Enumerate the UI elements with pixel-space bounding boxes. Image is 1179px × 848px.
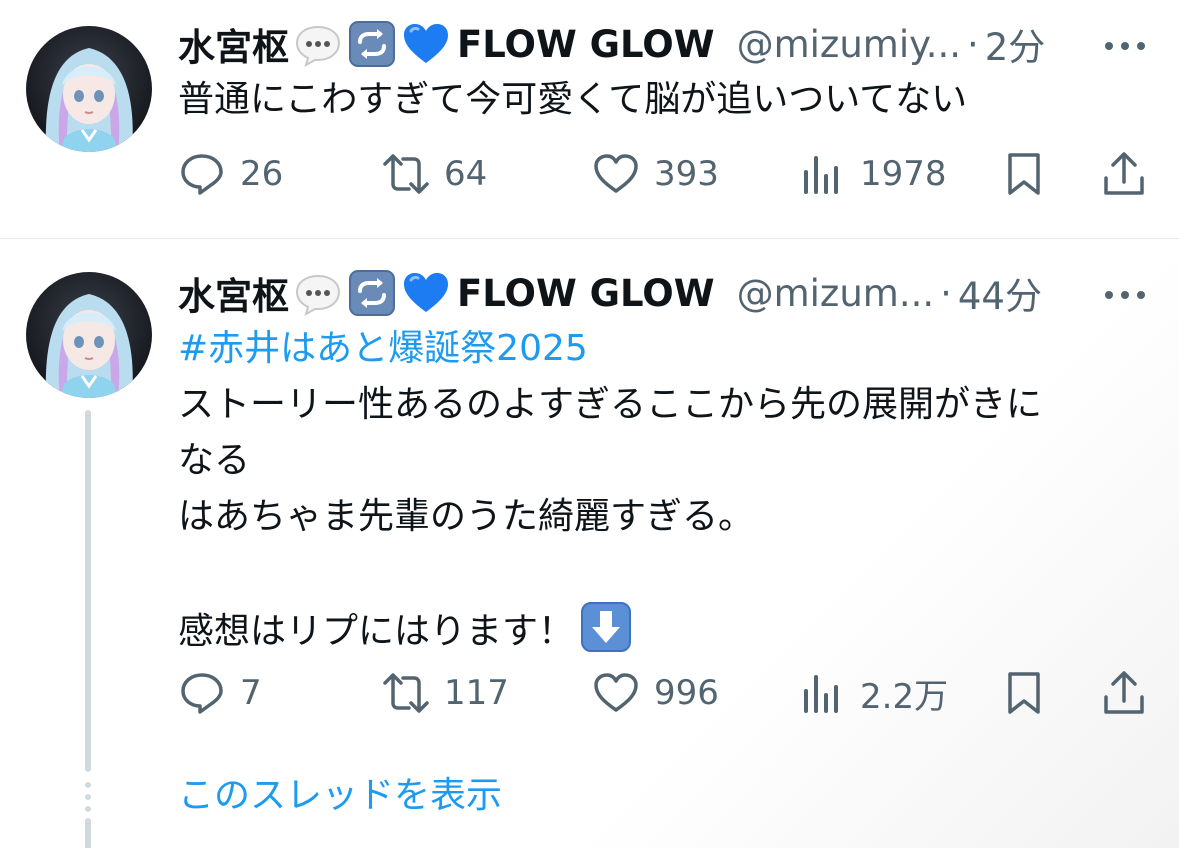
like-count: 996 [654, 673, 719, 713]
tweet-text-line: なる [178, 440, 251, 481]
views-count: 1978 [860, 154, 947, 194]
bookmark-icon [1008, 672, 1040, 714]
brand-name: FLOW GLOW [457, 22, 715, 66]
timestamp[interactable]: 44分 [958, 266, 1042, 320]
separator: · [940, 271, 952, 315]
bookmark-button[interactable] [1000, 144, 1062, 204]
avatar-image [26, 272, 152, 398]
separator: · [967, 22, 979, 66]
views-button[interactable]: 2.2万 [798, 663, 948, 723]
reply-count: 26 [240, 154, 284, 194]
speech-bubble-icon [181, 154, 223, 195]
speech-bubble-icon [181, 673, 223, 714]
display-name[interactable]: 水宮枢 FLOW GLOW [178, 17, 715, 71]
hashtag-link[interactable]: #赤井はあと爆誕祭2025 [178, 321, 1138, 377]
tweet-body: #赤井はあと爆誕祭2025 ストーリー性あるのよすぎるここから先の展開がきに なるは… [178, 321, 1138, 660]
tweet-text-blank-line [178, 545, 1138, 601]
speech-bubble-emoji-icon [295, 25, 341, 68]
action-bar: 26 64 393 1978 [178, 144, 1148, 204]
retweet-arrows-icon [383, 673, 429, 713]
tweet-text-line: 感想はリプにはります！ [178, 601, 1138, 660]
timeline: 水宮枢 FLOW GLOW @mizumiy... · 2分 普通にこわすぎて今… [0, 0, 1179, 848]
like-button[interactable]: 996 [592, 663, 719, 723]
brand-name: FLOW GLOW [457, 271, 715, 315]
retweet-button[interactable]: 117 [382, 663, 509, 723]
avatar-image [26, 26, 152, 152]
views-button[interactable]: 1978 [798, 144, 947, 204]
reply-button[interactable]: 26 [178, 144, 283, 204]
bar-chart-icon [804, 156, 838, 194]
bookmark-button[interactable] [1000, 663, 1062, 723]
tweet-text-line: ストーリー性あるのよすぎるここから先の展開がきに [178, 384, 1043, 425]
display-name[interactable]: 水宮枢 FLOW GLOW [178, 266, 715, 320]
views-count: 2.2万 [860, 676, 949, 717]
share-upload-icon [1104, 152, 1144, 195]
more-dots-icon[interactable] [1101, 36, 1149, 56]
retweet-count: 64 [444, 154, 488, 194]
tweet-header: 水宮枢 FL [178, 14, 1045, 74]
reply-button[interactable]: 7 [178, 663, 262, 723]
reply-count: 7 [240, 673, 262, 713]
action-bar: 7 117 996 2.2万 [178, 663, 1148, 723]
show-thread-link[interactable]: このスレッドを表示 [178, 768, 502, 824]
bookmark-icon [1008, 153, 1040, 195]
timestamp[interactable]: 2分 [985, 17, 1046, 71]
retweet-button[interactable]: 64 [382, 144, 487, 204]
blue-heart-emoji-icon [404, 273, 448, 312]
thread-connector-line-bottom [85, 818, 91, 848]
tweet-2[interactable]: 水宮枢 FLOW GLOW @mizum... · 44分 #赤井はあと爆誕祭2… [0, 239, 1179, 848]
retweet-arrows-icon [383, 154, 429, 194]
bar-chart-icon [804, 675, 838, 713]
like-count: 393 [654, 154, 719, 194]
speech-bubble-emoji-icon [295, 274, 341, 317]
down-arrow-emoji-icon [581, 602, 632, 652]
tweet-text-line: はあちゃま先輩のうた綺麗すぎる。 [178, 496, 755, 537]
repeat-emoji-icon [349, 270, 395, 316]
display-name-text: 水宮枢 [178, 275, 289, 318]
blue-heart-emoji-icon [404, 24, 448, 63]
tweet-1[interactable]: 水宮枢 FLOW GLOW @mizumiy... · 2分 普通にこわすぎて今… [0, 0, 1179, 238]
handle[interactable]: @mizumiy... [737, 23, 961, 66]
avatar[interactable] [26, 272, 152, 398]
share-button[interactable] [1100, 663, 1162, 723]
display-name-text: 水宮枢 [178, 26, 289, 69]
avatar[interactable] [26, 26, 152, 152]
thread-connector-line [85, 410, 91, 772]
handle[interactable]: @mizum... [737, 272, 935, 315]
tweet-text: 普通にこわすぎて今可愛くて脳が追いついてない [178, 79, 968, 120]
tweet-header: 水宮枢 FL [178, 263, 1042, 323]
heart-icon [594, 673, 638, 712]
repeat-emoji-icon [349, 21, 395, 67]
tweet-text-line5: 感想はリプにはります！ [178, 611, 575, 652]
share-upload-icon [1104, 671, 1144, 714]
retweet-count: 117 [444, 673, 509, 713]
share-button[interactable] [1100, 144, 1162, 204]
more-dots-icon[interactable] [1101, 285, 1149, 305]
thread-connector-dots [85, 782, 91, 812]
heart-icon [594, 154, 638, 193]
like-button[interactable]: 393 [592, 144, 719, 204]
